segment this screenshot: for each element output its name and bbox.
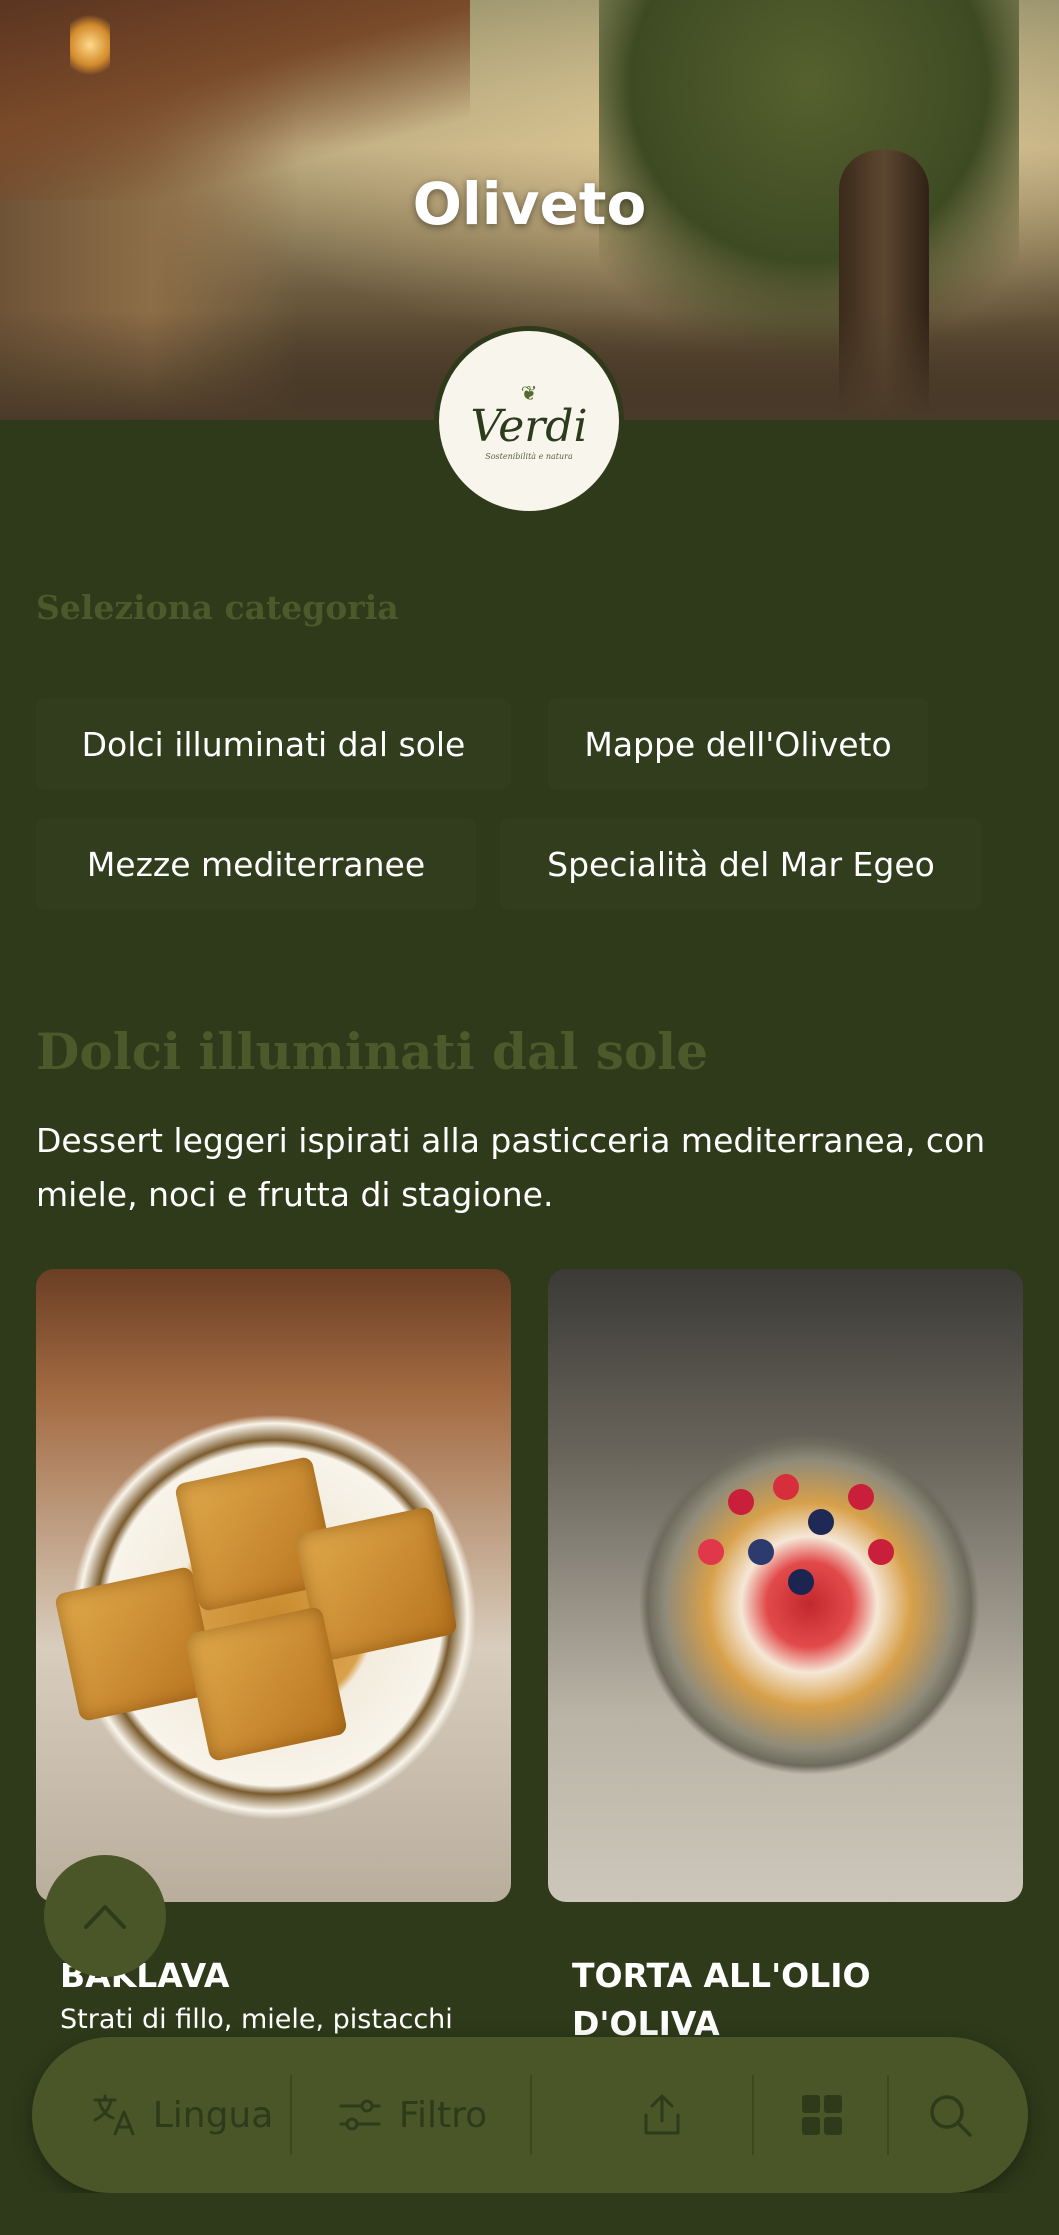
category-chip-specialita[interactable]: Specialità del Mar Egeo xyxy=(500,818,982,910)
section-title: Dolci illuminati dal sole xyxy=(36,1022,709,1081)
language-label: Lingua xyxy=(152,2094,274,2136)
berry xyxy=(698,1539,724,1565)
grid-view-button[interactable] xyxy=(772,2037,872,2193)
translate-icon xyxy=(93,2094,135,2136)
filter-label: Filtro xyxy=(398,2094,488,2136)
product-subtitle: Strati di fillo, miele, pistacchi xyxy=(60,2004,453,2035)
berry xyxy=(808,1509,834,1535)
share-icon xyxy=(644,2094,680,2135)
lantern-image xyxy=(70,10,110,80)
toolbar-divider xyxy=(290,2075,292,2155)
berry xyxy=(868,1539,894,1565)
section-description: Dessert leggeri ispirati alla pasticceri… xyxy=(36,1121,986,1214)
restaurant-logo: ❦ Verdi Sostenibilità e natura xyxy=(434,326,624,516)
berry xyxy=(848,1484,874,1510)
berry xyxy=(773,1474,799,1500)
bottom-toolbar: Lingua Filtro xyxy=(32,2037,1028,2193)
berry xyxy=(748,1539,774,1565)
grid-icon xyxy=(802,2095,842,2135)
scroll-top-button[interactable] xyxy=(44,1855,166,1977)
baklava-piece xyxy=(184,1605,348,1763)
page-title: Oliveto xyxy=(412,170,647,238)
berry xyxy=(788,1569,814,1595)
toolbar-divider xyxy=(752,2075,754,2155)
logo-name: Verdi xyxy=(470,401,588,452)
sliders-icon xyxy=(339,2099,381,2131)
berry xyxy=(728,1489,754,1515)
torta-image[interactable] xyxy=(548,1269,1023,1902)
category-chip-mezze[interactable]: Mezze mediterranee xyxy=(36,818,476,910)
chevron-up-icon xyxy=(84,1905,126,1929)
toolbar-divider xyxy=(887,2075,889,2155)
baklava-image[interactable] xyxy=(36,1269,511,1902)
category-select-label: Seleziona categoria xyxy=(36,588,399,627)
toolbar-divider xyxy=(530,2075,532,2155)
logo-tagline: Sostenibilità e natura xyxy=(485,452,573,461)
search-icon xyxy=(930,2095,972,2137)
category-chip-mappe[interactable]: Mappe dell'Oliveto xyxy=(548,698,928,790)
search-button[interactable] xyxy=(900,2037,1000,2193)
share-button[interactable] xyxy=(612,2037,712,2193)
page-bottom xyxy=(0,2193,1059,2235)
language-button[interactable]: Lingua xyxy=(72,2037,292,2193)
product-title[interactable]: TORTA ALL'OLIO D'OLIVA xyxy=(572,1952,992,2048)
filter-button[interactable]: Filtro xyxy=(302,2037,522,2193)
category-chip-dolci[interactable]: Dolci illuminati dal sole xyxy=(36,698,511,790)
